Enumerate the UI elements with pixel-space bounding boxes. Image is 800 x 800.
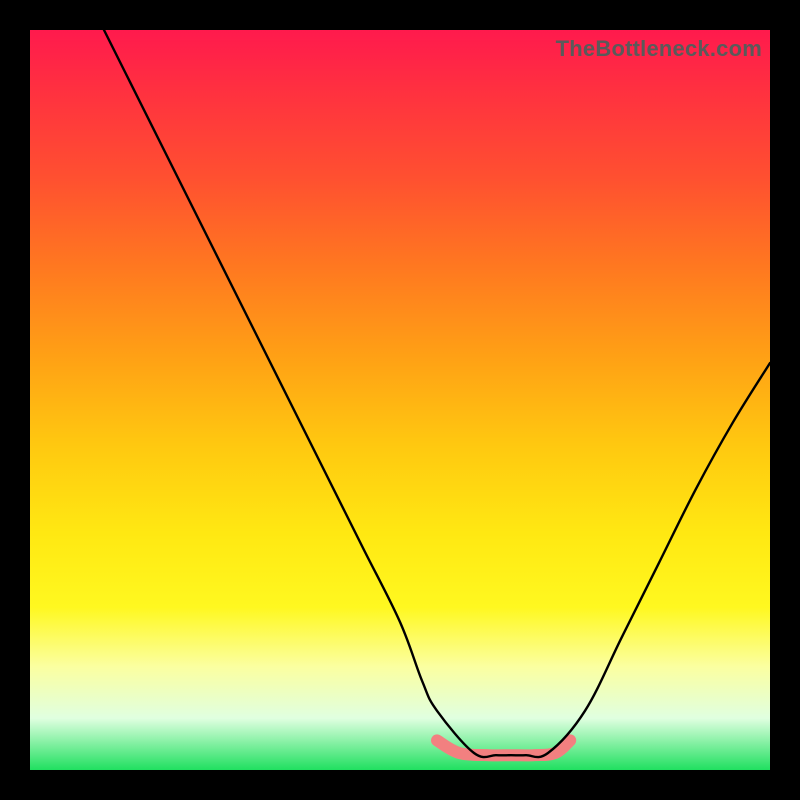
pink-band-path — [437, 740, 570, 755]
plot-area: TheBottleneck.com — [30, 30, 770, 770]
black-curve-path — [104, 30, 770, 757]
curve-layer — [30, 30, 770, 770]
chart-frame: TheBottleneck.com — [0, 0, 800, 800]
